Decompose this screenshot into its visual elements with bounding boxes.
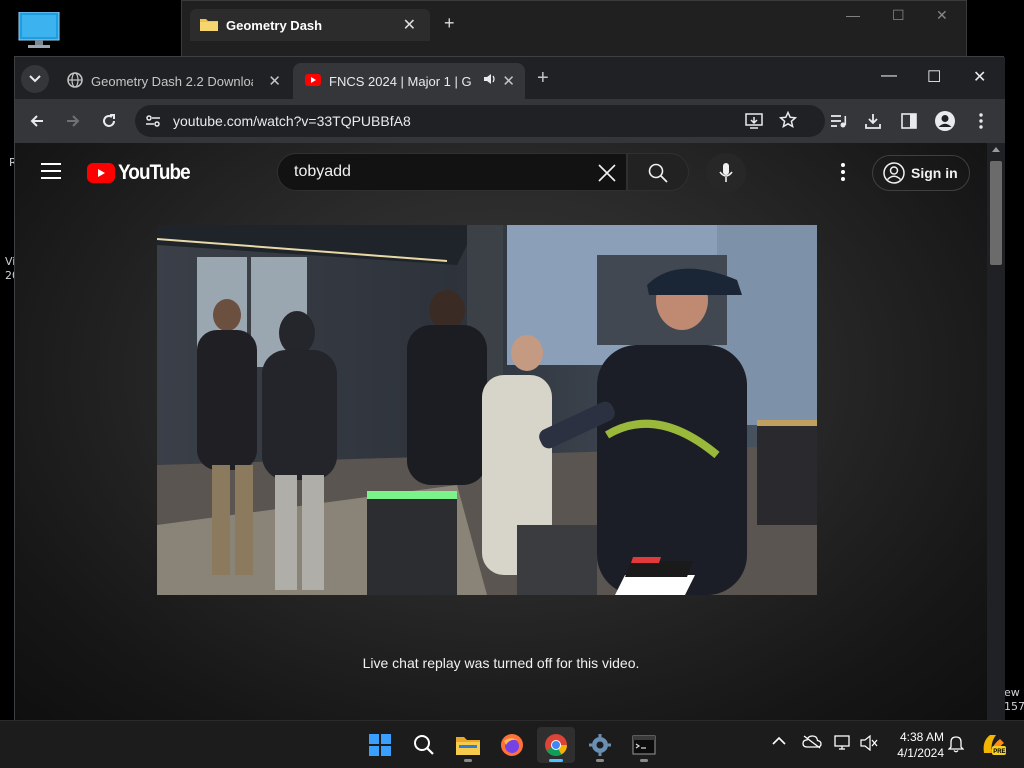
sign-in-button[interactable]: Sign in xyxy=(872,155,970,191)
explorer-tab-title: Geometry Dash xyxy=(226,17,323,33)
terminal-icon xyxy=(632,735,656,755)
settings-menu-icon[interactable] xyxy=(841,163,845,181)
new-tab-icon[interactable]: + xyxy=(444,13,455,34)
search-taskbar-button[interactable] xyxy=(405,727,443,763)
tab-title: Geometry Dash 2.2 Download F xyxy=(91,73,253,89)
profile-avatar-icon[interactable] xyxy=(933,109,957,133)
onedrive-cloud-icon[interactable] xyxy=(802,735,822,752)
maximize-icon[interactable]: ☐ xyxy=(892,7,905,24)
search-button[interactable] xyxy=(627,153,689,191)
video-timer-label: 07:17 xyxy=(633,576,678,591)
svg-text:PRE: PRE xyxy=(993,749,1005,755)
site-info-icon[interactable] xyxy=(145,113,161,134)
terminal-taskbar-button[interactable] xyxy=(625,727,663,763)
youtube-logo-text: YouTube xyxy=(118,161,191,184)
firefox-taskbar-button[interactable] xyxy=(493,727,531,763)
folder-icon xyxy=(200,17,218,34)
youtube-logo[interactable]: YouTube xyxy=(87,161,198,185)
search-box[interactable] xyxy=(277,153,627,191)
network-icon[interactable] xyxy=(834,735,852,754)
this-pc-icon[interactable] xyxy=(18,11,60,48)
video-player[interactable]: 07:17 xyxy=(157,225,817,595)
account-icon xyxy=(883,162,905,184)
install-app-icon[interactable] xyxy=(745,112,763,135)
search-icon xyxy=(648,163,668,183)
close-window-icon[interactable]: ✕ xyxy=(936,7,948,24)
tab-fncs-youtube[interactable]: FNCS 2024 | Major 1 | Grand ✕ xyxy=(293,63,525,99)
youtube-page: YouTube Sign in xyxy=(15,143,987,721)
download-icon[interactable] xyxy=(861,109,885,133)
explorer-tab[interactable]: Geometry Dash ✕ xyxy=(190,9,430,41)
minimize-icon[interactable]: — xyxy=(846,7,860,23)
address-bar[interactable]: youtube.com/watch?v=33TQPUBBfA8 xyxy=(135,105,825,137)
media-controls-icon[interactable] xyxy=(827,109,851,133)
notification-bell-icon[interactable] xyxy=(947,735,965,756)
clear-search-icon[interactable] xyxy=(596,162,618,184)
close-tab-icon[interactable]: ✕ xyxy=(502,72,515,90)
tab-search-button[interactable] xyxy=(21,65,49,93)
live-chat-disabled-message: Live chat replay was turned off for this… xyxy=(362,655,640,671)
settings-taskbar-button[interactable] xyxy=(581,727,619,763)
scroll-up-icon[interactable] xyxy=(992,147,1000,152)
copilot-preview-icon[interactable]: PRE xyxy=(980,731,1006,760)
search-input[interactable] xyxy=(294,162,584,182)
scrollbar-thumb[interactable] xyxy=(990,161,1002,265)
show-hidden-icons-chevron-icon[interactable] xyxy=(772,735,786,749)
firefox-icon xyxy=(501,734,523,756)
clock-date: 4/1/2024 xyxy=(897,746,944,760)
search-icon xyxy=(414,735,434,755)
forward-icon[interactable] xyxy=(61,109,85,133)
youtube-header: YouTube Sign in xyxy=(15,143,987,199)
new-tab-icon[interactable]: + xyxy=(537,67,549,90)
desktop-label-fragment: ew xyxy=(1004,686,1020,699)
page-scrollbar[interactable] xyxy=(987,143,1005,721)
start-button[interactable] xyxy=(361,727,399,763)
tab-strip: Geometry Dash 2.2 Download F ✕ FNCS 2024… xyxy=(15,57,1005,99)
file-explorer-window[interactable]: Geometry Dash ✕ + — ☐ ✕ xyxy=(181,0,967,58)
taskbar: 4:38 AM 4/1/2024 PRE xyxy=(0,720,1024,768)
speaker-icon[interactable] xyxy=(483,72,497,89)
folder-icon xyxy=(456,737,480,755)
chevron-down-icon xyxy=(29,75,41,83)
url-text[interactable]: youtube.com/watch?v=33TQPUBBfA8 xyxy=(173,113,411,129)
volume-muted-icon[interactable] xyxy=(860,734,878,754)
microphone-icon xyxy=(719,163,733,182)
close-window-icon[interactable]: ✕ xyxy=(973,67,986,87)
chrome-taskbar-button[interactable] xyxy=(537,727,575,763)
video-frame-image xyxy=(157,225,817,595)
minimize-icon[interactable]: — xyxy=(881,67,897,85)
bookmark-star-icon[interactable] xyxy=(778,110,798,134)
windows-logo-icon xyxy=(369,734,391,756)
browser-toolbar: youtube.com/watch?v=33TQPUBBfA8 xyxy=(15,99,1005,143)
menu-hamburger-icon[interactable] xyxy=(41,163,61,179)
close-tab-icon[interactable]: ✕ xyxy=(403,15,416,35)
file-explorer-taskbar-button[interactable] xyxy=(449,727,487,763)
chrome-window: Geometry Dash 2.2 Download F ✕ FNCS 2024… xyxy=(14,56,1005,721)
tab-geometry-dash-download[interactable]: Geometry Dash 2.2 Download F ✕ xyxy=(55,63,291,99)
tab-title: FNCS 2024 | Major 1 | Grand xyxy=(329,73,471,89)
youtube-play-icon xyxy=(87,163,115,183)
desktop-label-fragment: 157 xyxy=(1004,700,1024,713)
clock-time: 4:38 AM xyxy=(899,730,944,744)
reload-icon[interactable] xyxy=(97,109,121,133)
close-tab-icon[interactable]: ✕ xyxy=(268,72,281,90)
gear-icon xyxy=(589,734,611,756)
system-clock[interactable]: 4:38 AM 4/1/2024 xyxy=(884,729,944,761)
chrome-menu-icon[interactable] xyxy=(969,109,993,133)
chrome-icon xyxy=(545,734,567,756)
back-icon[interactable] xyxy=(25,109,49,133)
globe-icon xyxy=(67,71,83,91)
youtube-favicon-icon xyxy=(305,73,321,89)
sign-in-label: Sign in xyxy=(911,165,958,181)
maximize-icon[interactable]: ☐ xyxy=(927,67,941,87)
side-panel-icon[interactable] xyxy=(897,109,921,133)
voice-search-button[interactable] xyxy=(706,153,746,193)
